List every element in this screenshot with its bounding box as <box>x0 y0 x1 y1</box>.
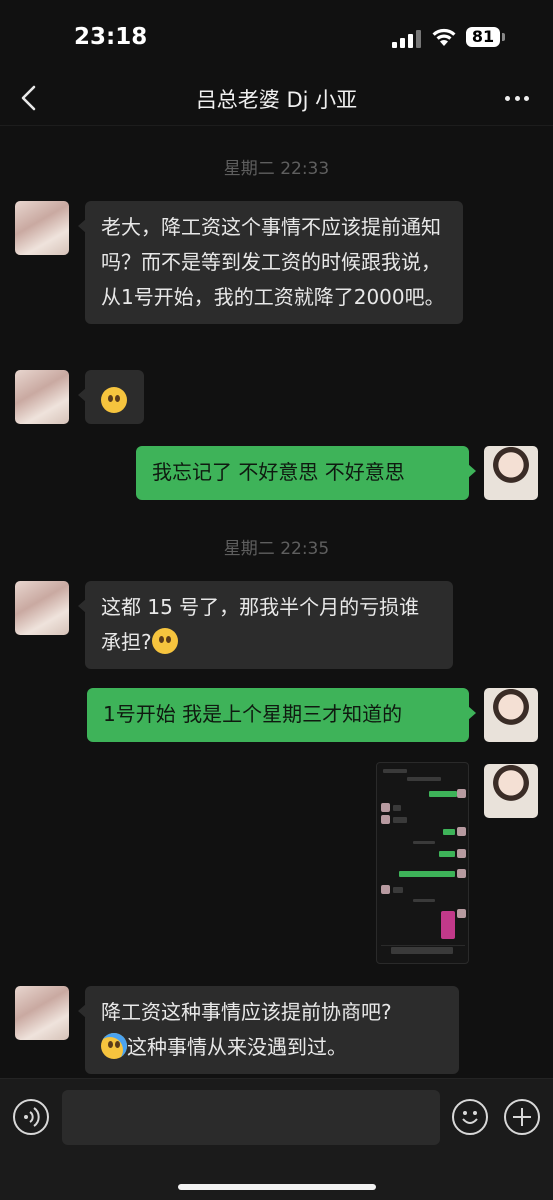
plus-button[interactable] <box>504 1099 540 1135</box>
input-bar <box>0 1078 553 1200</box>
my-avatar[interactable] <box>484 764 538 818</box>
contact-avatar[interactable] <box>15 986 69 1040</box>
contact-avatar[interactable] <box>15 201 69 255</box>
status-bar: 23:18 81 <box>0 0 553 72</box>
voice-icon <box>24 1107 40 1127</box>
message-input[interactable] <box>62 1090 440 1145</box>
emoji-button[interactable] <box>452 1099 488 1135</box>
timestamp: 星期二 22:33 <box>223 159 330 179</box>
status-time: 23:18 <box>74 24 148 50</box>
message-bubble-incoming[interactable]: 这都 15 号了，那我半个月的亏损谁承担? <box>78 581 453 669</box>
zipper-mouth-face-icon <box>101 387 127 413</box>
message-text: 这都 15 号了，那我半个月的亏损谁承担? <box>101 595 420 654</box>
message-bubble-incoming[interactable]: 老大，降工资这个事情不应该提前通知吗？而不是等到发工资的时候跟我说，从1号开始，… <box>78 201 463 324</box>
signal-icon <box>392 28 422 48</box>
contact-avatar[interactable] <box>15 370 69 424</box>
voice-button[interactable] <box>13 1099 49 1135</box>
battery-cap <box>502 33 505 41</box>
screenshot-thumbnail[interactable] <box>376 762 469 964</box>
battery-icon: 81 <box>466 27 500 47</box>
contact-avatar[interactable] <box>15 581 69 635</box>
my-avatar[interactable] <box>484 688 538 742</box>
chat-header: 吕总老婆 Dj 小亚 <box>0 72 553 126</box>
crying-face-icon <box>101 1033 127 1059</box>
home-indicator <box>178 1184 376 1190</box>
message-text-line: 降工资这种事情应该提前协商吧? <box>101 1000 392 1024</box>
message-bubble-outgoing[interactable]: 1号开始 我是上个星期三才知道的 <box>87 688 476 742</box>
message-text-line: 这种事情从来没遇到过。 <box>127 1035 347 1059</box>
timestamp: 星期二 22:35 <box>223 539 330 559</box>
flushed-face-icon <box>151 628 178 654</box>
more-dots-icon <box>505 95 510 101</box>
emoji-icon <box>462 1111 478 1124</box>
message-bubble-incoming[interactable]: 降工资这种事情应该提前协商吧? 这种事情从来没遇到过。 <box>78 986 459 1074</box>
message-bubble-outgoing[interactable]: 我忘记了 不好意思 不好意思 <box>136 446 476 500</box>
my-avatar[interactable] <box>484 446 538 500</box>
more-button[interactable] <box>499 84 535 112</box>
message-bubble-incoming[interactable] <box>78 370 144 424</box>
wifi-icon <box>432 28 456 46</box>
chat-title: 吕总老婆 Dj 小亚 <box>195 88 358 112</box>
